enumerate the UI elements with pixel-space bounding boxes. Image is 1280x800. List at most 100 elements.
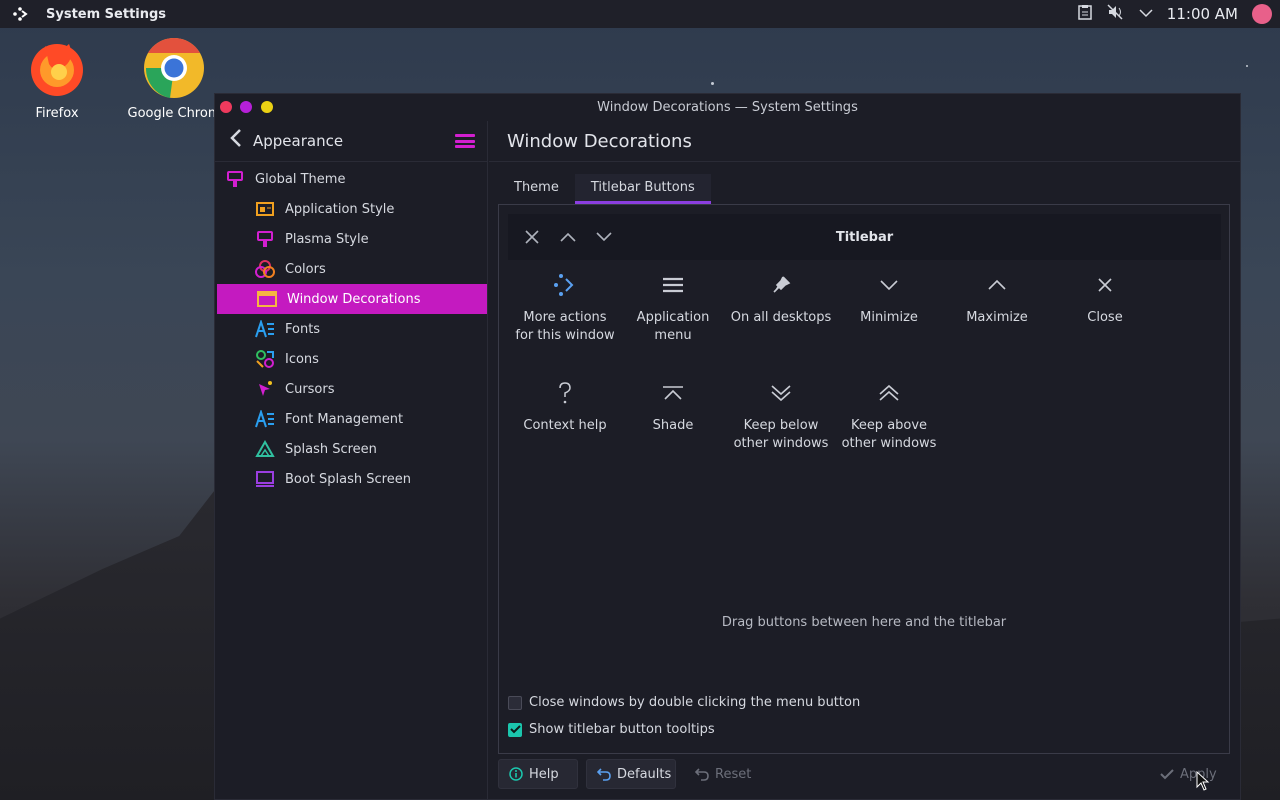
button-on-all-desktops[interactable]: On all desktops bbox=[727, 271, 835, 327]
fonts-icon bbox=[255, 319, 275, 339]
tab-theme[interactable]: Theme bbox=[498, 174, 575, 204]
button-keep-above[interactable]: Keep above other windows bbox=[835, 379, 943, 453]
button-close[interactable]: Close bbox=[1051, 271, 1159, 327]
top-panel: System Settings 11:00 AM bbox=[0, 0, 1280, 28]
option-close-double-click[interactable]: Close windows by double clicking the men… bbox=[508, 689, 860, 716]
defaults-button[interactable]: Defaults bbox=[586, 759, 676, 789]
boot-splash-screen-icon bbox=[255, 469, 275, 489]
window-decorations-icon bbox=[257, 289, 277, 309]
close-icon[interactable] bbox=[522, 227, 542, 247]
tray-expand-icon[interactable] bbox=[1139, 7, 1153, 22]
app-launcher-icon[interactable] bbox=[10, 4, 30, 24]
apply-button[interactable]: Apply bbox=[1149, 759, 1229, 789]
defaults-label: Defaults bbox=[617, 766, 672, 782]
cursors-icon bbox=[255, 379, 275, 399]
undo-icon bbox=[597, 767, 611, 781]
help-label: Help bbox=[529, 766, 559, 782]
sidebar-item-boot-splash-screen[interactable]: Boot Splash Screen bbox=[215, 464, 487, 494]
sidebar-item-label: Fonts bbox=[285, 321, 321, 337]
sidebar-item-font-management[interactable]: Font Management bbox=[215, 404, 487, 434]
desktop-icon-chrome[interactable]: Google Chrom bbox=[124, 36, 224, 121]
titlebar-buttons-panel: Titlebar More actions for this window Ap… bbox=[498, 204, 1230, 754]
sidebar-item-label: Boot Splash Screen bbox=[285, 471, 411, 487]
sidebar-item-global-theme[interactable]: Global Theme bbox=[215, 164, 487, 194]
checkbox-checked[interactable] bbox=[508, 722, 522, 737]
reset-button[interactable]: Reset bbox=[684, 759, 760, 789]
button-shade[interactable]: Shade bbox=[619, 379, 727, 435]
sidebar-item-label: Plasma Style bbox=[285, 231, 369, 247]
sidebar-item-icons[interactable]: Icons bbox=[215, 344, 487, 374]
sidebar-item-fonts[interactable]: Fonts bbox=[215, 314, 487, 344]
checkmark-icon bbox=[1160, 768, 1174, 780]
titlebar-preview[interactable]: Titlebar bbox=[508, 214, 1221, 260]
button-maximize[interactable]: Maximize bbox=[943, 271, 1051, 327]
global-theme-icon bbox=[225, 169, 245, 189]
back-arrow-icon[interactable] bbox=[229, 128, 249, 154]
shade-icon bbox=[659, 379, 687, 407]
chrome-icon bbox=[142, 36, 206, 100]
volume-muted-icon[interactable] bbox=[1107, 4, 1125, 24]
window-close-button[interactable] bbox=[220, 101, 232, 113]
pin-icon bbox=[767, 271, 795, 299]
active-app-title: System Settings bbox=[46, 6, 167, 22]
window-maximize-button[interactable] bbox=[240, 101, 252, 113]
sidebar-item-colors[interactable]: Colors bbox=[215, 254, 487, 284]
minimize-icon[interactable] bbox=[594, 227, 614, 247]
icons-icon bbox=[255, 349, 275, 369]
minimize-icon bbox=[875, 271, 903, 299]
sidebar-header: Appearance bbox=[215, 121, 487, 162]
keep-above-icon bbox=[875, 379, 903, 407]
button-keep-below[interactable]: Keep below other windows bbox=[727, 379, 835, 453]
sidebar-item-cursors[interactable]: Cursors bbox=[215, 374, 487, 404]
sidebar: Appearance Global Theme Application Styl… bbox=[215, 121, 488, 799]
button-label: Keep below bbox=[743, 418, 819, 433]
mouse-cursor-icon bbox=[1196, 770, 1210, 795]
sidebar-item-window-decorations[interactable]: Window Decorations bbox=[217, 284, 487, 314]
maximize-icon[interactable] bbox=[558, 227, 578, 247]
checkbox[interactable] bbox=[508, 695, 522, 710]
reset-label: Reset bbox=[715, 766, 752, 782]
button-label: Maximize bbox=[966, 310, 1028, 325]
close-icon bbox=[1091, 271, 1119, 299]
font-management-icon bbox=[255, 409, 275, 429]
button-label: More actions bbox=[523, 310, 607, 325]
main-content: Window Decorations Theme Titlebar Button… bbox=[489, 121, 1240, 799]
button-minimize[interactable]: Minimize bbox=[835, 271, 943, 327]
window-minimize-button[interactable] bbox=[261, 101, 273, 113]
user-avatar[interactable] bbox=[1252, 4, 1272, 24]
system-settings-window: Window Decorations — System Settings App… bbox=[214, 93, 1241, 800]
clipboard-icon[interactable] bbox=[1077, 4, 1093, 24]
checkbox-label: Close windows by double clicking the men… bbox=[529, 695, 861, 710]
more-actions-icon bbox=[551, 271, 579, 299]
colors-icon bbox=[255, 259, 275, 279]
sidebar-title: Appearance bbox=[253, 132, 344, 150]
window-titlebar[interactable]: Window Decorations — System Settings bbox=[215, 94, 1240, 121]
application-style-icon bbox=[255, 199, 275, 219]
sidebar-item-label: Font Management bbox=[285, 411, 404, 427]
sidebar-item-label: Application Style bbox=[285, 201, 395, 217]
button-more-actions[interactable]: More actions for this window bbox=[511, 271, 619, 345]
wallpaper-star bbox=[711, 82, 714, 85]
splash-screen-icon bbox=[255, 439, 275, 459]
desktop-icon-firefox[interactable]: Firefox bbox=[7, 36, 107, 121]
hamburger-menu-icon[interactable] bbox=[455, 134, 475, 148]
maximize-icon bbox=[983, 271, 1011, 299]
button-label: Shade bbox=[652, 418, 694, 433]
sidebar-item-plasma-style[interactable]: Plasma Style bbox=[215, 224, 487, 254]
tab-titlebar-buttons[interactable]: Titlebar Buttons bbox=[574, 174, 711, 204]
clock[interactable]: 11:00 AM bbox=[1167, 5, 1238, 23]
sidebar-item-application-style[interactable]: Application Style bbox=[215, 194, 487, 224]
undo-icon bbox=[695, 767, 709, 781]
help-button[interactable]: Help bbox=[498, 759, 578, 789]
question-mark-icon bbox=[551, 379, 579, 407]
firefox-icon bbox=[25, 36, 89, 100]
sidebar-item-label: Icons bbox=[285, 351, 319, 367]
button-application-menu[interactable]: Application menu bbox=[619, 271, 727, 345]
button-context-help[interactable]: Context help bbox=[511, 379, 619, 435]
button-label: Keep above bbox=[850, 418, 928, 433]
sidebar-item-label: Colors bbox=[285, 261, 326, 277]
option-show-tooltips[interactable]: Show titlebar button tooltips bbox=[508, 716, 860, 743]
tab-bar: Theme Titlebar Buttons bbox=[498, 174, 1240, 204]
sidebar-item-splash-screen[interactable]: Splash Screen bbox=[215, 434, 487, 464]
button-label: other windows bbox=[841, 436, 937, 451]
